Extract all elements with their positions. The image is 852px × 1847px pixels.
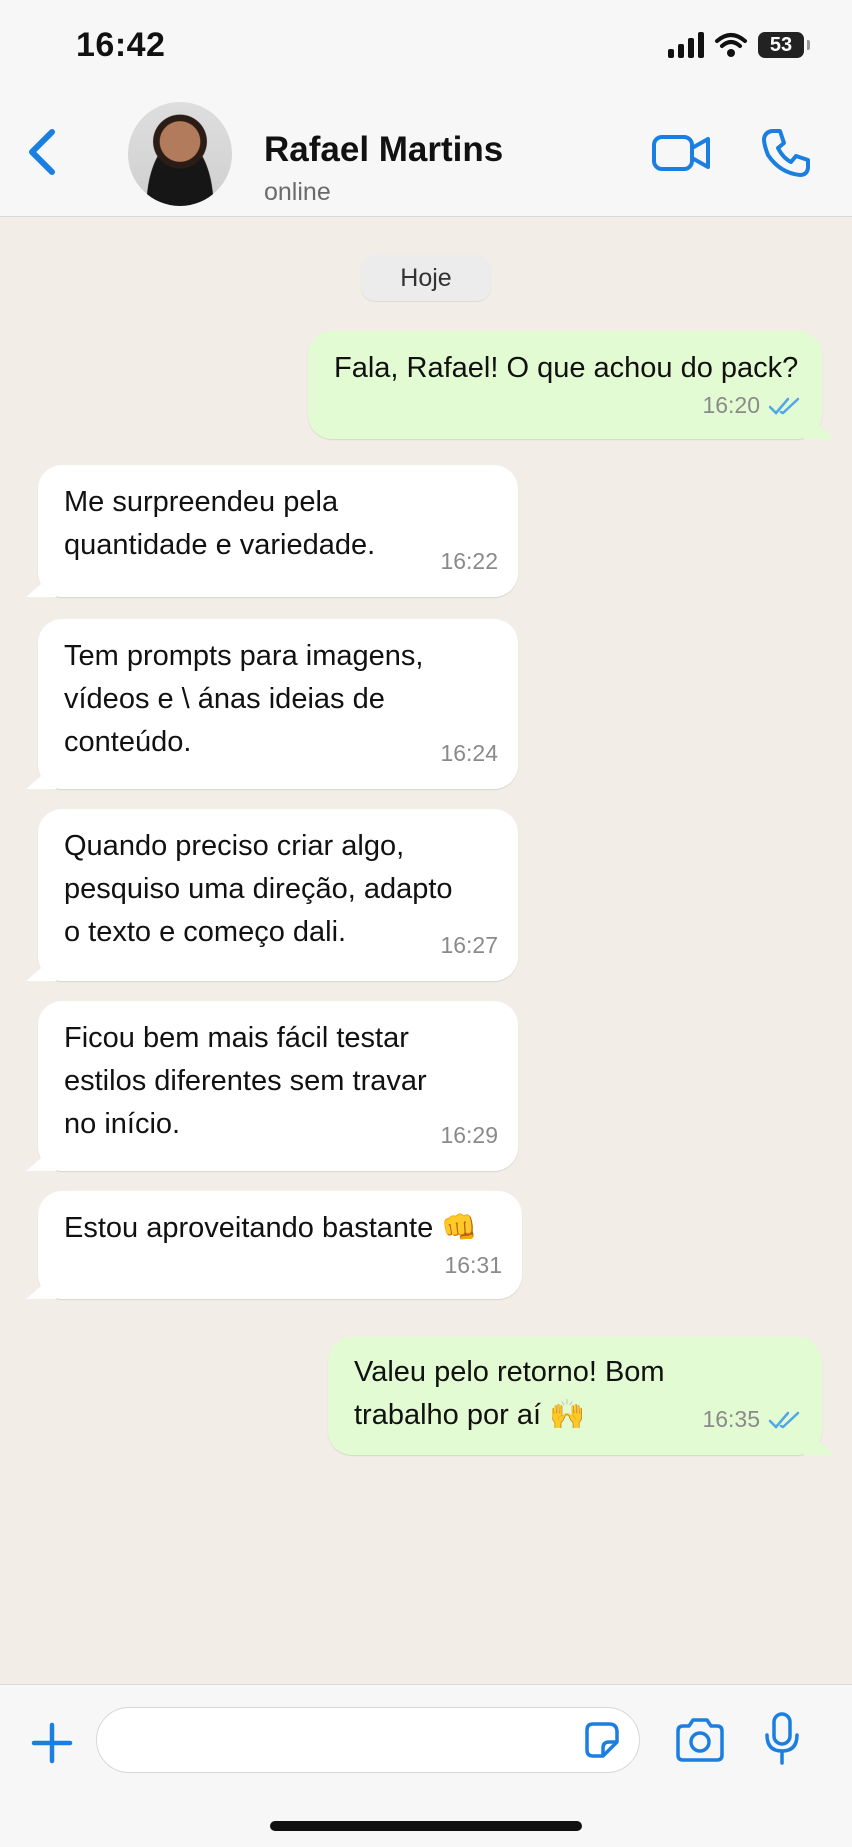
wifi-icon xyxy=(714,32,748,58)
message-time: 16:27 xyxy=(440,932,498,958)
message-time: 16:31 xyxy=(444,1252,502,1278)
phone-icon xyxy=(762,129,810,177)
bubble-tail xyxy=(804,413,834,439)
back-button[interactable] xyxy=(22,124,62,180)
message-time: 16:22 xyxy=(440,548,498,574)
message-list[interactable]: Hoje Fala, Rafael! O que achou do pack? … xyxy=(0,217,852,1684)
bubble-tail xyxy=(26,1145,56,1171)
video-camera-icon xyxy=(652,135,710,171)
message-meta: 16:20 xyxy=(702,384,802,427)
video-call-button[interactable] xyxy=(652,128,712,178)
voice-message-button[interactable] xyxy=(762,1711,802,1767)
sticker-icon xyxy=(585,1722,619,1758)
camera-icon xyxy=(676,1718,724,1762)
message-input[interactable] xyxy=(96,1707,640,1773)
message-text: Ficou bem mais fácil testar estilos dife… xyxy=(64,1022,427,1140)
message-bubble-incoming[interactable]: Tem prompts para imagens, vídeos e \ ána… xyxy=(26,619,518,789)
double-check-icon xyxy=(768,1411,800,1429)
microphone-icon xyxy=(765,1712,799,1765)
home-indicator[interactable] xyxy=(270,1821,582,1831)
message-bubble-outgoing[interactable]: Fala, Rafael! O que achou do pack? 16:20 xyxy=(308,331,834,439)
message-bubble-outgoing[interactable]: Valeu pelo retorno! Bom trabalho por aí … xyxy=(328,1337,834,1455)
bubble-tail xyxy=(26,763,56,789)
message-bubble-incoming[interactable]: Estou aproveitando bastante 👊 16:31 xyxy=(26,1191,522,1299)
message-text: Me surpreendeu pela quantidade e varieda… xyxy=(64,486,376,561)
status-time: 16:42 xyxy=(76,26,166,64)
voice-call-button[interactable] xyxy=(758,128,814,178)
camera-button[interactable] xyxy=(674,1717,726,1763)
chat-header: 16:42 53 Rafael Martins online xyxy=(0,0,852,217)
date-separator: Hoje xyxy=(361,255,491,301)
contact-name[interactable]: Rafael Martins xyxy=(264,130,503,170)
battery-indicator: 53 xyxy=(758,32,810,58)
message-text: Tem prompts para imagens, vídeos e \ ána… xyxy=(64,640,424,758)
message-text: Quando preciso criar algo, pesquiso uma … xyxy=(64,830,453,948)
contact-status: online xyxy=(264,178,331,206)
message-meta: 16:35 xyxy=(702,1398,802,1441)
message-text: Estou aproveitando bastante 👊 xyxy=(64,1212,478,1244)
chevron-left-icon xyxy=(29,129,55,175)
message-bubble-incoming[interactable]: Me surpreendeu pela quantidade e varieda… xyxy=(26,465,518,597)
double-check-icon xyxy=(768,397,800,415)
plus-icon xyxy=(31,1722,73,1764)
message-time: 16:24 xyxy=(440,740,498,766)
message-time: 16:20 xyxy=(702,392,760,418)
status-icons: 53 xyxy=(668,32,810,58)
composer-bar xyxy=(0,1684,852,1847)
bubble-tail xyxy=(804,1429,834,1455)
sticker-button[interactable] xyxy=(581,1720,621,1760)
message-time: 16:35 xyxy=(702,1406,760,1432)
message-time: 16:29 xyxy=(440,1122,498,1148)
attach-button[interactable] xyxy=(28,1719,76,1767)
bubble-tail xyxy=(26,1273,56,1299)
avatar[interactable] xyxy=(128,102,232,206)
message-bubble-incoming[interactable]: Quando preciso criar algo, pesquiso uma … xyxy=(26,809,518,981)
cellular-signal-icon xyxy=(668,32,704,58)
bubble-tail xyxy=(26,955,56,981)
message-bubble-incoming[interactable]: Ficou bem mais fácil testar estilos dife… xyxy=(26,1001,518,1171)
bubble-tail xyxy=(26,571,56,597)
